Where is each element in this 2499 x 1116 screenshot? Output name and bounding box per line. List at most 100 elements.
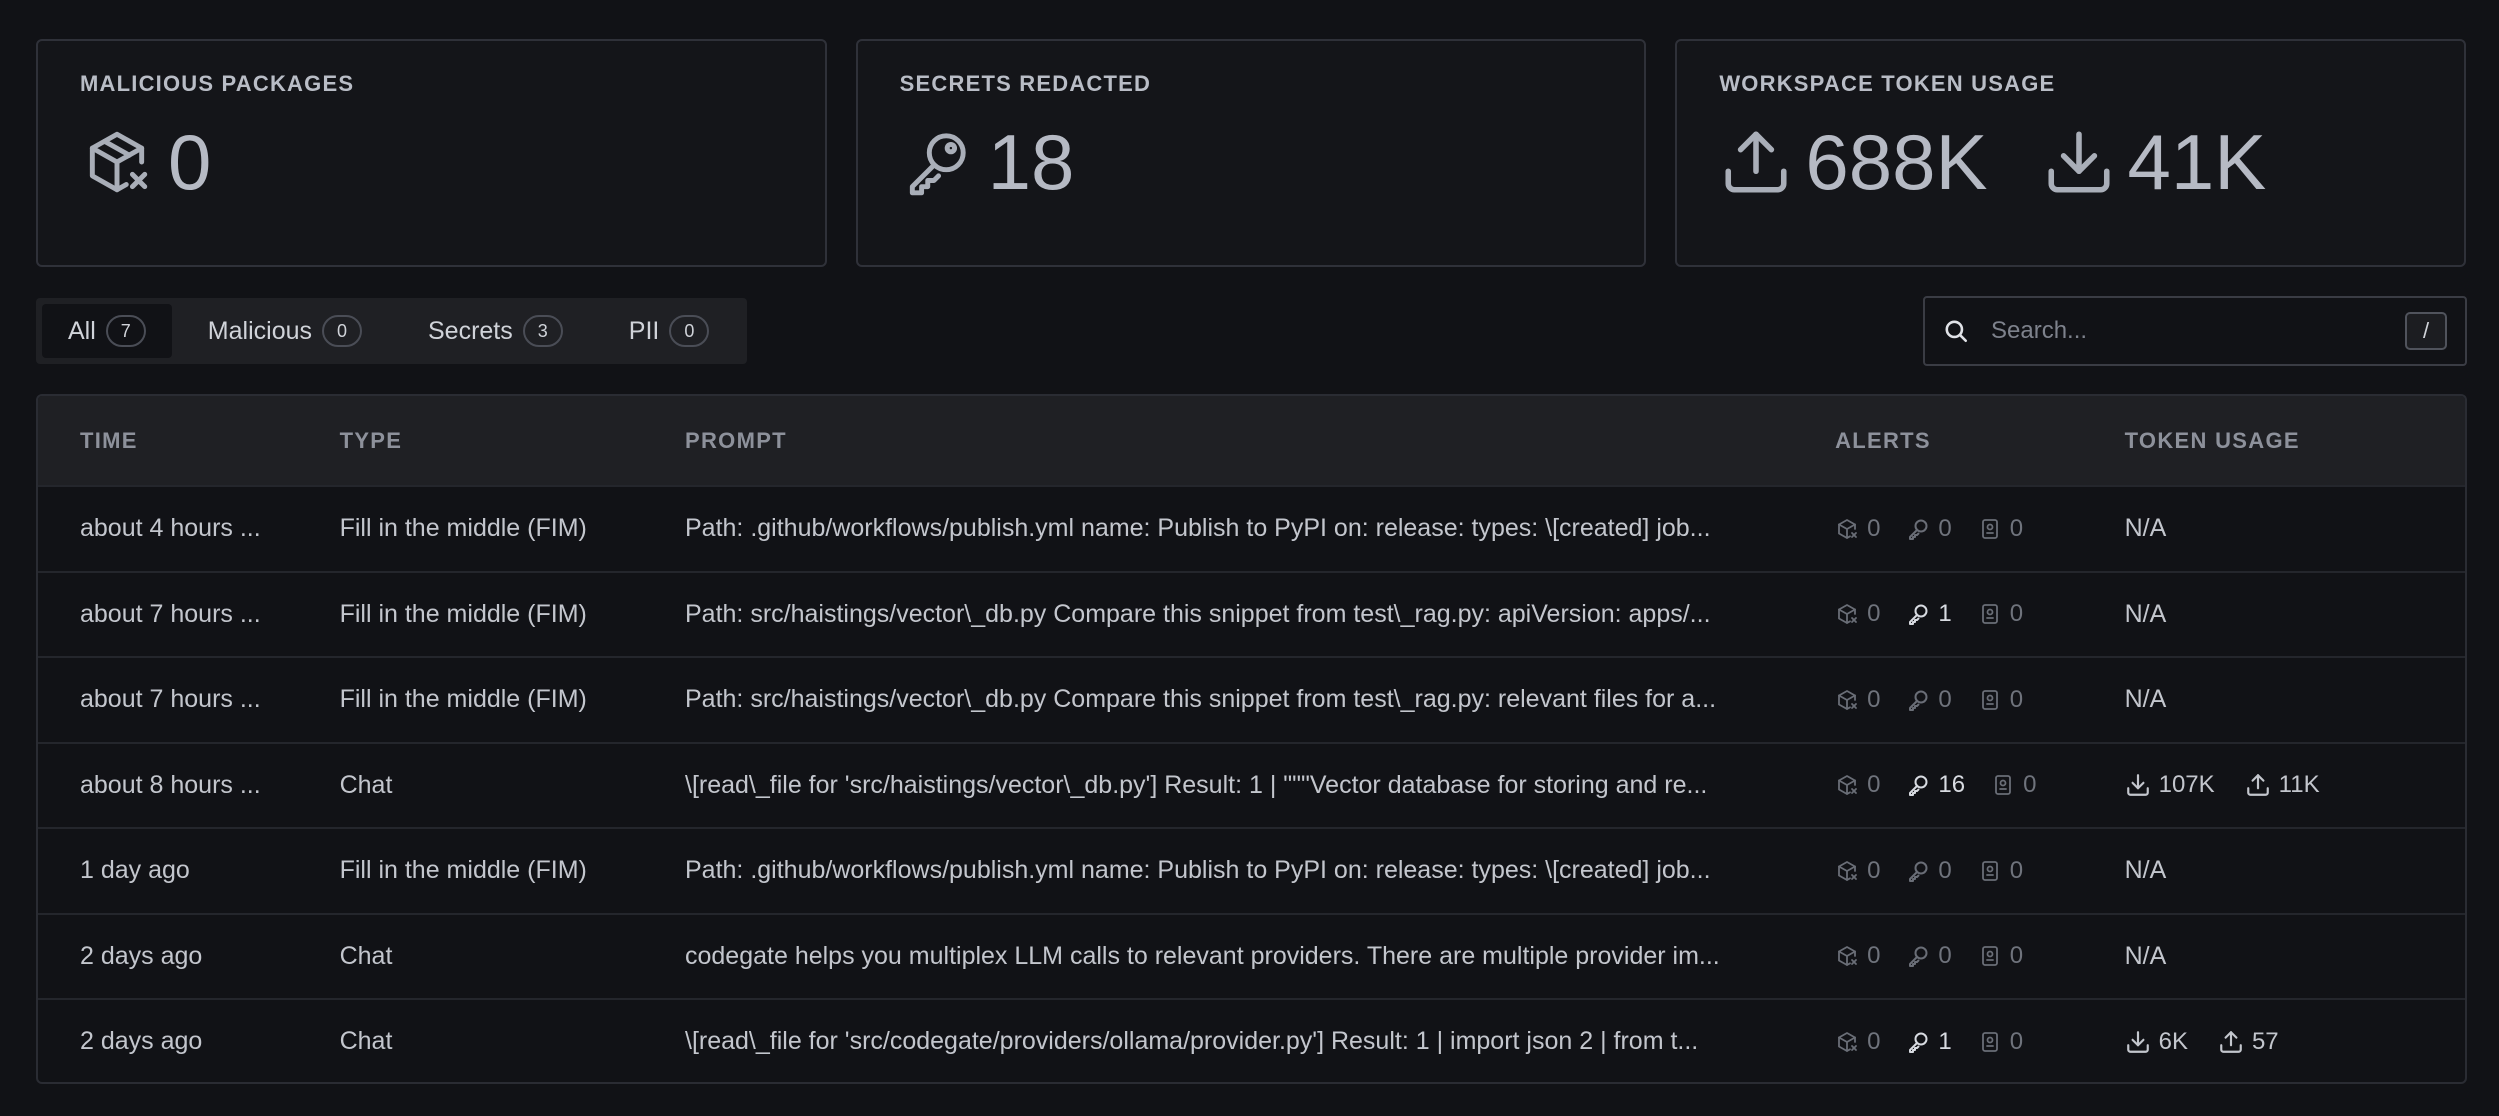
pii-alert: 0 [1991, 771, 2036, 799]
secrets-alert: 0 [1906, 856, 1952, 885]
malicious-alert-count: 0 [1867, 942, 1881, 970]
token-usage-value: N/A [2124, 599, 2167, 628]
tab-label: Malicious [207, 316, 312, 345]
tab-label: All [68, 316, 96, 345]
row-type: Chat [339, 1027, 393, 1056]
malicious-count: 0 [168, 118, 212, 206]
secrets-alert: 0 [1906, 686, 1952, 714]
secrets-alert-count: 0 [1938, 514, 1952, 542]
table-row[interactable]: about 8 hours ... Chat \[read\_file for 's… [38, 741, 2465, 828]
key-icon [1909, 775, 1928, 797]
malicious-alert-count: 0 [1867, 514, 1881, 542]
filter-tabs: All 7 Malicious 0 Secrets 3 PII 0 [36, 298, 747, 364]
input-tokens-value: 11K [2278, 771, 2320, 799]
tab-secrets[interactable]: Secrets 3 [398, 304, 593, 358]
row-alerts: 0 1 0 [1825, 600, 2105, 628]
table-row[interactable]: 1 day ago Fill in the middle (FIM) Path: .… [38, 827, 2465, 913]
tab-pii[interactable]: PII 0 [599, 304, 740, 358]
row-token-usage: N/A [2105, 856, 2465, 885]
pii-alert-count: 0 [2009, 1027, 2024, 1055]
table-row[interactable]: 2 days ago Chat codegate helps you multipl… [38, 912, 2465, 999]
tab-label: Secrets [428, 316, 513, 345]
output-tokens-value: 6K [2158, 1027, 2188, 1055]
row-alerts: 0 0 0 [1825, 857, 2105, 885]
pii-alert-count: 0 [2009, 685, 2024, 713]
pii-alert-count: 0 [2009, 942, 2024, 970]
table-row[interactable]: about 7 hours ... Fill in the middle (FIM… [38, 656, 2465, 742]
table-body: about 4 hours ... Fill in the middle (FIM… [38, 485, 2465, 1082]
download-icon [2047, 131, 2110, 193]
column-header-token-usage[interactable]: TOKEN USAGE [2105, 428, 2465, 454]
row-time: about 7 hours ... [80, 685, 261, 714]
secrets-alert-count: 1 [1938, 1027, 1952, 1055]
package-icon [1838, 946, 1857, 967]
malicious-alert-count: 0 [1867, 600, 1881, 628]
row-prompt[interactable]: Path: .github/workflows/publish.yml name… [667, 856, 1825, 885]
row-prompt[interactable]: Path: .github/workflows/publish.yml name… [667, 514, 1825, 543]
column-header-alerts[interactable]: ALERTS [1825, 428, 2105, 454]
secrets-alert-count: 0 [1938, 942, 1952, 970]
package-x-icon [89, 131, 148, 193]
row-prompt[interactable]: \[read\_file for 'src/codegate/providers… [667, 1027, 1825, 1056]
output-tokens-value: 41K [2127, 118, 2267, 206]
card-title: MALICIOUS PACKAGES [80, 71, 355, 96]
id-card-icon [1981, 1031, 1998, 1052]
malicious-alert-count: 0 [1867, 856, 1881, 884]
malicious-alert: 0 [1835, 942, 1880, 970]
package-icon [1838, 1031, 1857, 1052]
tab-label: PII [628, 316, 660, 345]
malicious-alert: 0 [1835, 515, 1880, 543]
row-token-usage: 6K 57 [2105, 1028, 2465, 1056]
id-card-icon [1981, 946, 1998, 967]
row-time: 2 days ago [80, 941, 203, 970]
output-tokens: 6K [2125, 1028, 2188, 1056]
column-header-time[interactable]: TIME [38, 428, 318, 454]
tab-all[interactable]: All 7 [42, 304, 172, 358]
table-row[interactable]: about 4 hours ... Fill in the middle (FIM… [38, 485, 2465, 571]
row-time: about 4 hours ... [80, 514, 261, 543]
malicious-alert: 0 [1835, 771, 1880, 799]
row-prompt[interactable]: \[read\_file for 'src/haistings/vector\_… [667, 771, 1825, 800]
pii-alert: 0 [1978, 857, 2023, 885]
pii-alert-count: 0 [2009, 514, 2024, 542]
row-alerts: 0 0 0 [1825, 942, 2105, 970]
upload-icon [2220, 1030, 2242, 1053]
column-header-prompt[interactable]: PROMPT [667, 428, 1825, 454]
row-alerts: 0 16 0 [1825, 771, 2105, 799]
key-icon [1909, 604, 1928, 626]
row-time: about 7 hours ... [80, 599, 261, 628]
row-time: about 8 hours ... [80, 770, 261, 799]
search-input[interactable] [1989, 316, 2405, 346]
messages-table: TIME TYPE PROMPT ALERTS TOKEN USAGE abou… [36, 394, 2467, 1084]
tab-malicious[interactable]: Malicious 0 [178, 304, 392, 358]
row-prompt[interactable]: Path: src/haistings/vector\_db.py Compar… [667, 600, 1825, 629]
malicious-alert: 0 [1835, 1028, 1880, 1056]
malicious-packages-card: MALICIOUS PACKAGES 0 [36, 39, 827, 267]
column-header-type[interactable]: TYPE [318, 428, 667, 454]
package-icon [1838, 860, 1857, 881]
package-icon [1838, 775, 1857, 796]
key-icon [1909, 946, 1928, 968]
workspace-token-usage-card: WORKSPACE TOKEN USAGE 688K 41K [1675, 39, 2467, 267]
row-prompt[interactable]: codegate helps you multiplex LLM calls t… [667, 942, 1825, 971]
upload-icon [1725, 131, 1787, 193]
token-usage-value: N/A [2124, 856, 2167, 885]
row-time: 1 day ago [80, 856, 190, 885]
input-tokens: 11K [2245, 771, 2320, 799]
malicious-alert: 0 [1835, 686, 1880, 714]
search-box[interactable]: / [1923, 296, 2467, 366]
secrets-count: 18 [987, 118, 1075, 206]
card-title: SECRETS REDACTED [899, 71, 1152, 96]
table-row[interactable]: 2 days ago Chat \[read\_file for 'src/code… [38, 998, 2465, 1082]
row-prompt[interactable]: Path: src/haistings/vector\_db.py Compar… [667, 685, 1825, 714]
malicious-alert-count: 0 [1867, 1027, 1881, 1055]
secrets-alert-count: 16 [1938, 771, 1966, 799]
secrets-alert-count: 0 [1938, 856, 1952, 884]
row-type: Fill in the middle (FIM) [339, 685, 587, 714]
key-icon [909, 133, 966, 196]
secrets-alert: 0 [1906, 942, 1952, 970]
row-token-usage: N/A [2105, 514, 2465, 543]
row-type: Fill in the middle (FIM) [339, 599, 587, 628]
card-title: WORKSPACE TOKEN USAGE [1719, 71, 2056, 96]
table-row[interactable]: about 7 hours ... Fill in the middle (FIM… [38, 570, 2465, 657]
